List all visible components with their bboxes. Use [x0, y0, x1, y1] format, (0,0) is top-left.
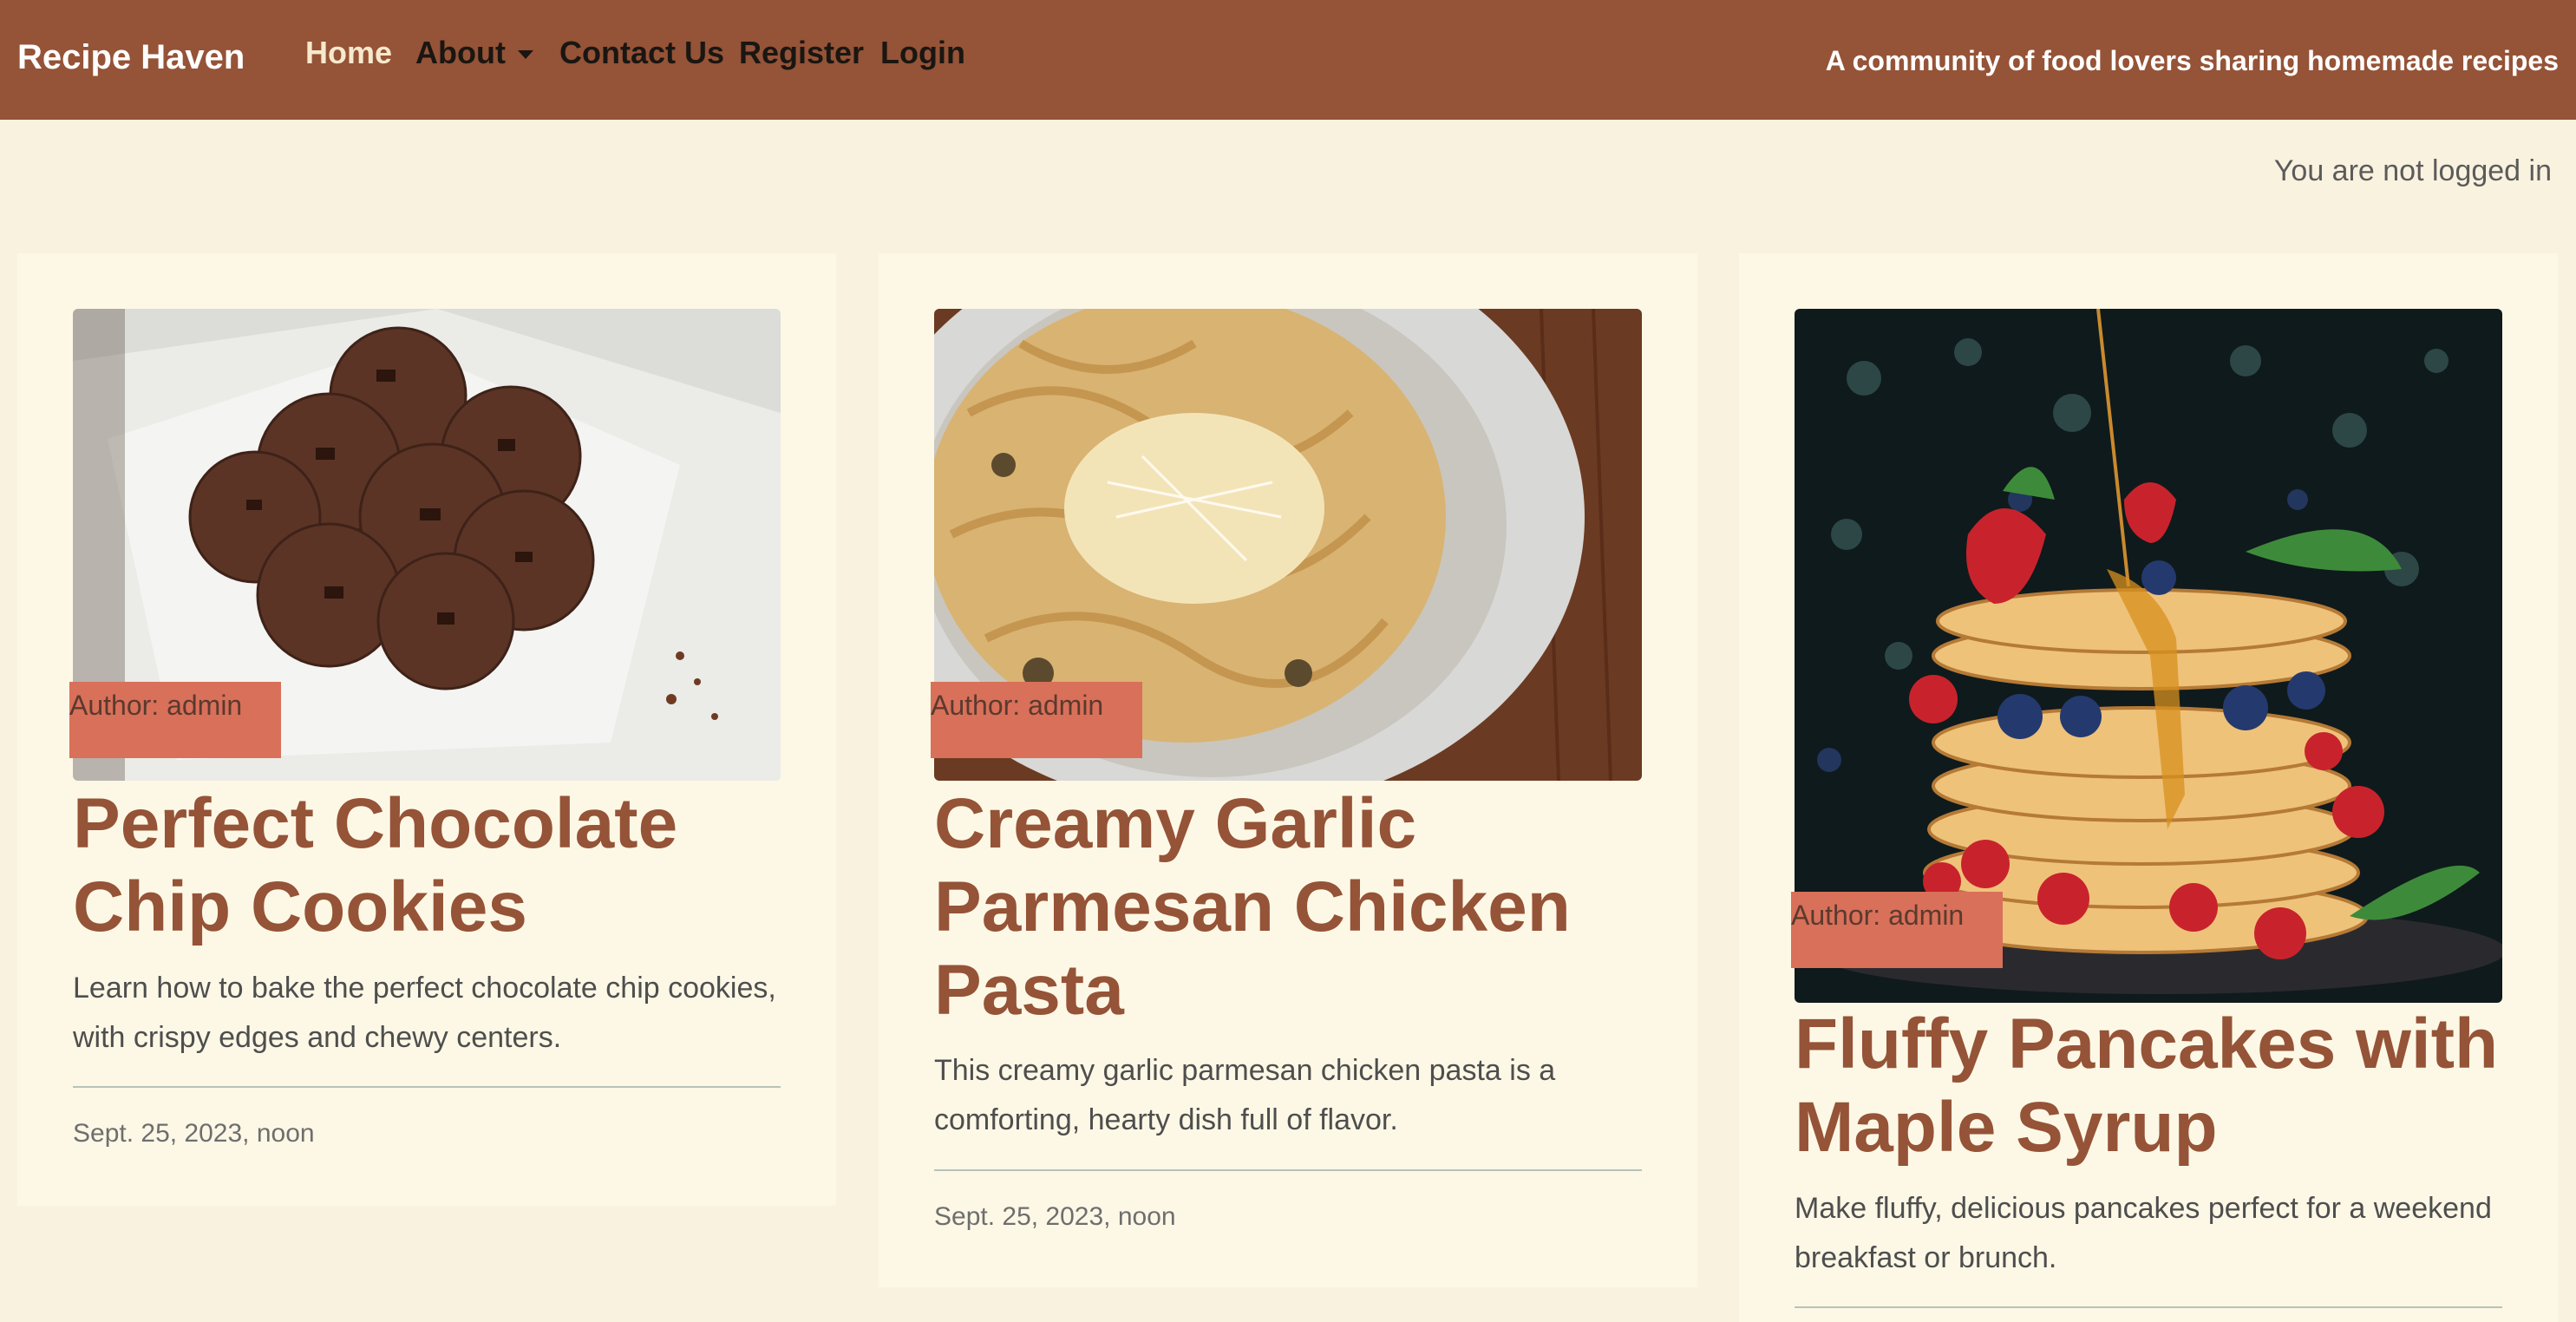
card-divider [1795, 1306, 2502, 1308]
recipe-date: Sept. 25, 2023, noon [73, 1119, 315, 1148]
recipe-description: Make fluffy, delicious pancakes perfect … [1795, 1192, 2492, 1274]
brand-logo[interactable]: Recipe Haven [17, 38, 245, 77]
card-divider [934, 1169, 1642, 1171]
recipe-card[interactable]: Author: admin Creamy Garlic Parmesan Chi… [879, 253, 1697, 1287]
site-tagline: A community of food lovers sharing homem… [1825, 45, 2559, 76]
navbar: Recipe Haven Home About Contact Us Regis… [0, 0, 2576, 120]
login-status: You are not logged in [2273, 154, 2552, 187]
author-tag: Author: admin [1791, 892, 2003, 968]
caret-down-icon [517, 50, 533, 60]
recipe-description: Learn how to bake the perfect chocolate … [73, 972, 776, 1054]
nav-contact[interactable]: Contact Us [559, 35, 724, 71]
recipe-card[interactable]: Author: admin Perfect Chocolate Chip Coo… [17, 253, 836, 1206]
nav-register[interactable]: Register [739, 35, 864, 71]
recipe-title[interactable]: Creamy Garlic Parmesan Chicken Pasta [934, 782, 1654, 1032]
recipe-title[interactable]: Fluffy Pancakes with Maple Syrup [1795, 1003, 2514, 1169]
nav-home[interactable]: Home [305, 35, 392, 71]
nav-login[interactable]: Login [880, 35, 965, 71]
recipe-date: Sept. 25, 2023, noon [934, 1202, 1176, 1231]
nav-about-label: About [415, 35, 506, 70]
author-tag: Author: admin [931, 682, 1142, 758]
author-tag: Author: admin [69, 682, 281, 758]
recipe-title[interactable]: Perfect Chocolate Chip Cookies [73, 782, 793, 949]
nav-about-dropdown[interactable]: About [415, 35, 533, 71]
recipe-card[interactable]: Author: admin Fluffy Pancakes with Maple… [1739, 253, 2558, 1322]
card-divider [73, 1086, 781, 1088]
recipe-description: This creamy garlic parmesan chicken past… [934, 1054, 1556, 1136]
